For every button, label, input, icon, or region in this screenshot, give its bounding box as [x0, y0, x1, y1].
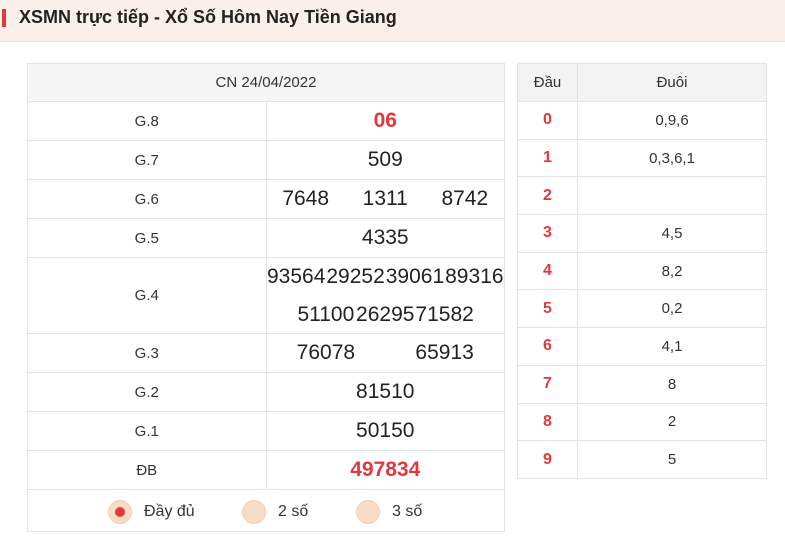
radio-icon[interactable] [356, 500, 380, 524]
prize-numbers-g8: 06 [265, 101, 505, 141]
radio-selected-icon[interactable] [108, 500, 132, 524]
prize-label-g3: G.3 [27, 333, 267, 373]
option-full[interactable]: Đầy đủ [108, 500, 195, 524]
prize-number: 8742 [441, 187, 489, 210]
prize-number: 26295 [356, 303, 415, 326]
loto-tail: 2 [577, 402, 767, 442]
results-table: CN 24/04/2022 G.8 06 G.7 509 G.6 7648 13… [27, 63, 505, 532]
loto-head: 4 [517, 251, 578, 291]
head-column-header: Đầu [517, 63, 578, 102]
prize-number: 497834 [350, 458, 421, 481]
option-label: 3 số [392, 503, 423, 520]
loto-tail [577, 176, 767, 216]
prize-number: 81510 [356, 380, 415, 403]
loto-head: 5 [517, 289, 578, 329]
prize-number: 06 [373, 109, 397, 132]
prize-number: 71582 [415, 303, 474, 326]
option-2-digits[interactable]: 2 số [242, 500, 308, 524]
prize-label-g7: G.7 [27, 140, 267, 180]
prize-numbers-g2: 81510 [265, 372, 505, 412]
prize-number: 1311 [362, 187, 408, 210]
loto-tail: 8,2 [577, 251, 767, 291]
prize-number: 51100 [297, 303, 355, 326]
prize-numbers-g4: 93564 29252 39061 89316 51100 26295 7158… [265, 257, 505, 334]
loto-tail: 4,5 [577, 214, 767, 253]
prize-number: 29252 [326, 265, 385, 288]
loto-head: 9 [517, 440, 578, 479]
loto-tail: 8 [577, 364, 767, 404]
prize-number: 39061 [385, 265, 445, 288]
prize-numbers-g5: 4335 [265, 218, 505, 258]
prize-label-g4: G.4 [27, 257, 267, 334]
loto-head-tail-table: Đầu Đuôi 0 0,9,6 1 0,3,6,1 2 3 4,5 4 8,2 5 0,… [517, 63, 767, 479]
loto-head: 6 [517, 327, 578, 366]
page-title: XSMN trực tiếp - Xổ Số Hôm Nay Tiền Gian… [19, 7, 397, 27]
prize-number: 509 [367, 148, 403, 171]
tail-column-header: Đuôi [577, 63, 767, 102]
prize-numbers-g7: 509 [265, 140, 505, 180]
prize-label-g2: G.2 [27, 372, 267, 412]
page-header: XSMN trực tiếp - Xổ Số Hôm Nay Tiền Gian… [0, 0, 785, 42]
loto-head: 2 [517, 176, 578, 216]
prize-numbers-special: 497834 [265, 450, 505, 490]
draw-date: CN 24/04/2022 [27, 63, 505, 102]
prize-number: 4335 [361, 226, 409, 249]
loto-tail: 5 [577, 440, 767, 479]
prize-label-g5: G.5 [27, 218, 267, 258]
loto-head: 3 [517, 214, 578, 253]
loto-head: 8 [517, 402, 578, 442]
loto-head: 1 [517, 138, 578, 178]
prize-number: 89316 [445, 265, 504, 288]
prize-number: 50150 [356, 419, 415, 442]
prize-numbers-g6: 7648 1311 8742 [265, 179, 505, 219]
prize-label-special: ĐB [27, 450, 267, 490]
prize-number: 65913 [415, 341, 474, 364]
prize-numbers-g1: 50150 [265, 411, 505, 451]
loto-head: 7 [517, 364, 578, 404]
prize-label-g6: G.6 [27, 179, 267, 219]
option-label: 2 số [278, 503, 309, 520]
option-3-digits[interactable]: 3 số [356, 500, 422, 524]
header-accent-bar [2, 9, 6, 27]
prize-number: 7648 [282, 187, 330, 210]
loto-tail: 0,9,6 [577, 101, 767, 140]
prize-label-g1: G.1 [27, 411, 267, 451]
loto-tail: 4,1 [577, 327, 767, 366]
option-label: Đầy đủ [144, 503, 195, 520]
prize-number: 93564 [266, 265, 326, 288]
prize-number: 76078 [296, 341, 356, 364]
radio-icon[interactable] [242, 500, 266, 524]
loto-head: 0 [517, 101, 578, 140]
loto-tail: 0,3,6,1 [577, 138, 767, 178]
loto-tail: 0,2 [577, 289, 767, 329]
prize-numbers-g3: 76078 65913 [265, 333, 505, 373]
prize-label-g8: G.8 [27, 101, 267, 141]
display-options: Đầy đủ 2 số 3 số [27, 489, 505, 532]
